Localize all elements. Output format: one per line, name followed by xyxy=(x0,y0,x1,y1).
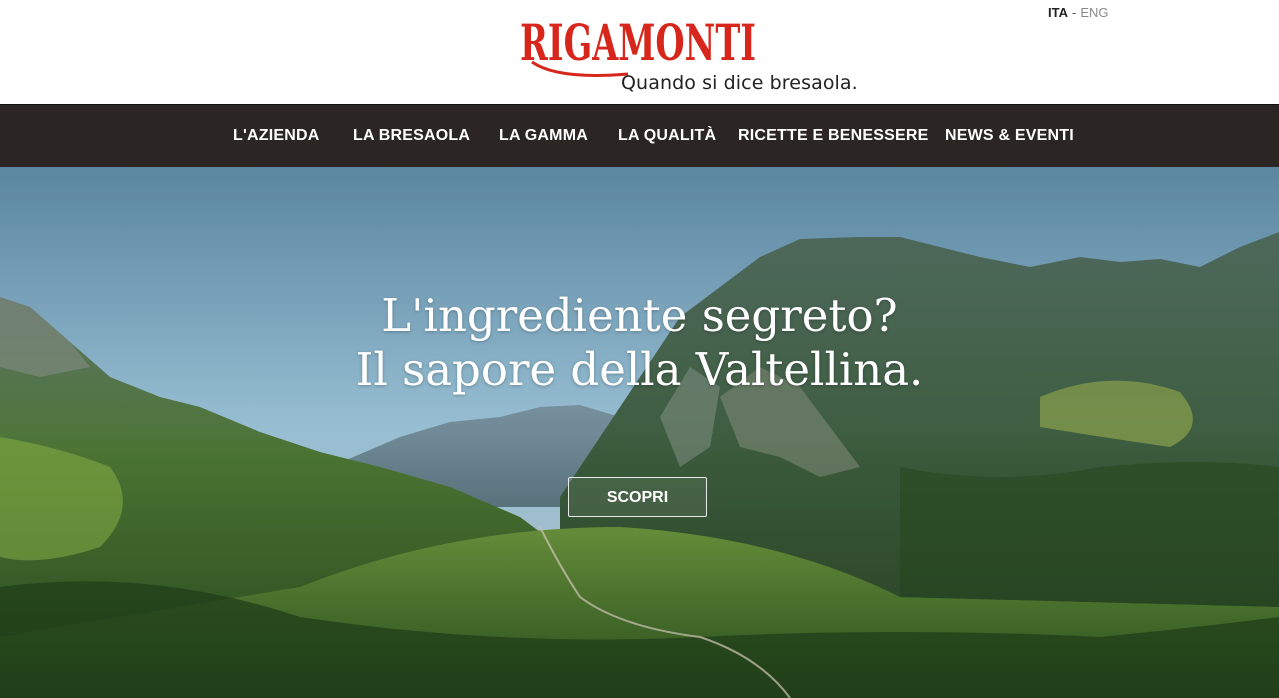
rigamonti-logo-icon: RIGAMONTI xyxy=(520,13,756,77)
language-switcher: ITA - ENG xyxy=(1048,5,1109,20)
logo-wordmark: RIGAMONTI xyxy=(520,13,756,72)
nav-item-news[interactable]: NEWS & EVENTI xyxy=(945,127,1074,145)
tagline: Quando si dice bresaola. xyxy=(621,72,858,94)
nav-item-azienda[interactable]: L'AZIENDA xyxy=(233,127,320,145)
nav-item-qualita[interactable]: LA QUALITÀ xyxy=(618,127,716,145)
lang-ita-link[interactable]: ITA xyxy=(1048,5,1068,20)
nav-item-bresaola[interactable]: LA BRESAOLA xyxy=(353,127,470,145)
lang-eng-link[interactable]: ENG xyxy=(1080,5,1108,20)
brand-logo[interactable]: RIGAMONTI Quando si dice bresaola. xyxy=(518,10,858,100)
hero-headline-line2: Il sapore della Valtellina. xyxy=(355,343,924,396)
hero-banner: L'ingrediente segreto? Il sapore della V… xyxy=(0,167,1279,698)
mountain-landscape-image xyxy=(0,167,1279,698)
hero-headline: L'ingrediente segreto? Il sapore della V… xyxy=(0,289,1279,397)
site-header: RIGAMONTI Quando si dice bresaola. ITA - E… xyxy=(0,0,1279,104)
hero-headline-line1: L'ingrediente segreto? xyxy=(381,289,898,342)
lang-separator: - xyxy=(1071,5,1077,20)
discover-button[interactable]: SCOPRI xyxy=(568,477,707,517)
main-navigation: L'AZIENDA LA BRESAOLA LA GAMMA LA QUALIT… xyxy=(0,104,1279,168)
nav-item-ricette[interactable]: RICETTE E BENESSERE xyxy=(738,127,929,145)
nav-item-gamma[interactable]: LA GAMMA xyxy=(499,127,588,145)
